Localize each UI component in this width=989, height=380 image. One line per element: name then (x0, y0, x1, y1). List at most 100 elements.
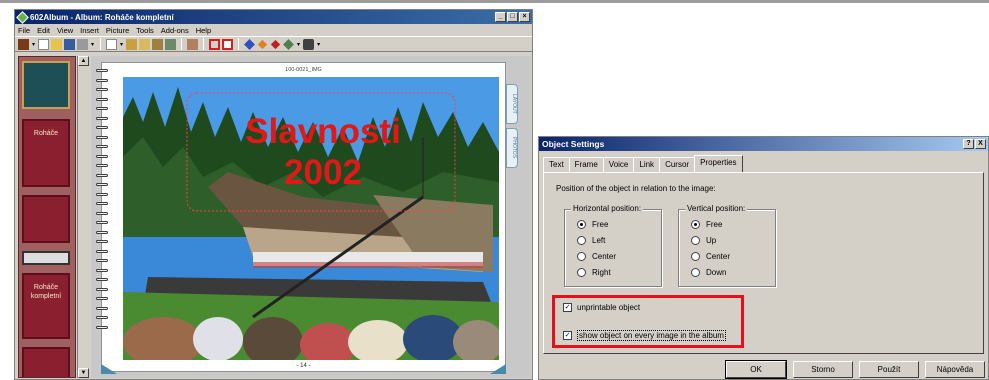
open-icon[interactable] (51, 38, 63, 50)
thumbnail-rohace-kompletni[interactable]: Roháče kompletní (22, 273, 70, 339)
tab-frame[interactable]: Frame (568, 157, 604, 172)
page-icon[interactable] (106, 38, 118, 50)
page-corner-left[interactable] (101, 364, 117, 374)
spiral-ring (96, 230, 108, 234)
crop-icon[interactable] (222, 38, 234, 50)
page-corner-right[interactable] (490, 364, 506, 374)
napoveda-button[interactable]: Nápověda (925, 361, 985, 378)
radio-horizontal-right[interactable]: Right (577, 268, 611, 277)
spiral-ring (96, 173, 108, 177)
scroll-up-button[interactable]: ▲ (78, 56, 89, 66)
thumbnail-label: Roháče kompletní (30, 284, 62, 300)
thumbnail-strip[interactable] (22, 251, 70, 265)
effects-icon[interactable] (283, 38, 294, 50)
tab-link[interactable]: Link (633, 157, 661, 172)
radio-button[interactable] (691, 236, 700, 245)
dropdown-arrow-icon[interactable]: ▾ (91, 41, 94, 48)
radio-horizontal-left[interactable]: Left (577, 236, 605, 245)
radio-label: Down (706, 268, 727, 277)
red-diamond-icon[interactable] (270, 39, 281, 49)
spiral-ring (96, 202, 108, 205)
thumbnail-rohace[interactable]: Roháče (22, 119, 70, 187)
radio-label: Center (592, 252, 617, 261)
radio-button[interactable] (577, 236, 586, 245)
camera-icon[interactable] (303, 38, 315, 50)
toolbar: ▾ ▾ ▾ ▾ ▾ (15, 36, 532, 52)
maximize-button[interactable]: □ (507, 12, 518, 22)
spiral-ring (96, 97, 108, 101)
orange-diamond-icon[interactable] (257, 39, 268, 49)
menu-picture[interactable]: Picture (106, 26, 129, 35)
toolbar-separator (238, 38, 240, 50)
radio-button[interactable] (691, 252, 700, 261)
dropdown-arrow-icon[interactable]: ▾ (32, 41, 35, 48)
frame-icon[interactable] (209, 38, 221, 50)
spiral-ring (96, 192, 108, 196)
dropdown-arrow-icon[interactable]: ▾ (317, 41, 320, 48)
copy-icon[interactable] (139, 38, 151, 50)
scroll-down-button[interactable]: ▼ (78, 368, 89, 378)
radio-button[interactable] (691, 220, 700, 229)
cut-icon[interactable] (126, 38, 138, 50)
new-icon[interactable] (38, 38, 50, 50)
side-tab-layout[interactable]: LAYOUT (506, 84, 518, 124)
dialog-close-button[interactable]: X (975, 139, 986, 149)
radio-vertical-down[interactable]: Down (691, 268, 726, 277)
dropdown-arrow-icon[interactable]: ▾ (297, 41, 300, 48)
spiral-ring (96, 325, 108, 329)
thumbnail-scrollbar[interactable]: ▲ ▼ (77, 56, 89, 378)
menu-tools[interactable]: Tools (136, 26, 154, 35)
menu-addons[interactable]: Add-ons (161, 26, 189, 35)
dialog-tabs: Text Frame Voice Link Cursor Properties (543, 155, 743, 172)
spiral-ring (96, 287, 108, 291)
side-tab-photos[interactable]: PHOTOS (506, 128, 518, 168)
menu-edit[interactable]: Edit (37, 26, 50, 35)
tab-text[interactable]: Text (543, 157, 570, 172)
thumbnail-selected[interactable] (22, 61, 70, 109)
minimize-button[interactable]: _ (495, 12, 506, 22)
radio-vertical-up[interactable]: Up (691, 236, 716, 245)
storno-button[interactable]: Storno (793, 361, 853, 378)
print-icon[interactable] (187, 38, 199, 50)
spiral-ring (96, 316, 108, 319)
menu-insert[interactable]: Insert (80, 26, 99, 35)
radio-button[interactable] (691, 268, 700, 277)
toolbar-separator (100, 38, 102, 50)
spiral-ring (96, 145, 108, 148)
blue-diamond-icon[interactable] (244, 38, 255, 50)
spiral-ring (96, 164, 108, 167)
photo-title-line2: 2002 (284, 153, 362, 192)
radio-horizontal-free[interactable]: Free (577, 220, 608, 229)
pouzit-button[interactable]: Použít (859, 361, 919, 378)
import-icon[interactable] (77, 38, 89, 50)
dialog-titlebar[interactable]: Object Settings ? X (539, 137, 988, 151)
album-titlebar[interactable]: 602Album - Album: Roháče kompletní _ □ × (15, 10, 532, 24)
radio-button[interactable] (577, 268, 586, 277)
radio-vertical-center[interactable]: Center (691, 252, 730, 261)
delete-icon[interactable] (165, 38, 177, 50)
menu-help[interactable]: Help (196, 26, 211, 35)
menu-file[interactable]: File (18, 26, 30, 35)
radio-vertical-free[interactable]: Free (691, 220, 722, 229)
help-button[interactable]: ? (963, 139, 974, 149)
side-tab-label: PHOTOS (511, 137, 517, 159)
album-icon[interactable] (18, 38, 29, 50)
ok-button[interactable]: OK (725, 360, 787, 379)
radio-horizontal-center[interactable]: Center (577, 252, 616, 261)
radio-button[interactable] (577, 252, 586, 261)
tab-cursor[interactable]: Cursor (659, 157, 696, 172)
tab-voice[interactable]: Voice (602, 157, 635, 172)
menu-view[interactable]: View (57, 26, 73, 35)
tab-properties[interactable]: Properties (694, 155, 743, 172)
thumbnail-panel: Roháče Roháče kompletní (18, 56, 76, 378)
thumbnail-bottom[interactable] (22, 347, 70, 377)
spiral-ring (96, 240, 108, 243)
album-photo[interactable]: Slavnosti 2002 (123, 77, 499, 360)
spiral-ring (96, 135, 108, 139)
close-button[interactable]: × (519, 12, 530, 22)
dropdown-arrow-icon[interactable]: ▾ (120, 41, 123, 48)
paste-icon[interactable] (152, 38, 164, 50)
thumbnail-blank[interactable] (22, 195, 70, 243)
save-icon[interactable] (64, 38, 76, 50)
radio-button[interactable] (577, 220, 586, 229)
